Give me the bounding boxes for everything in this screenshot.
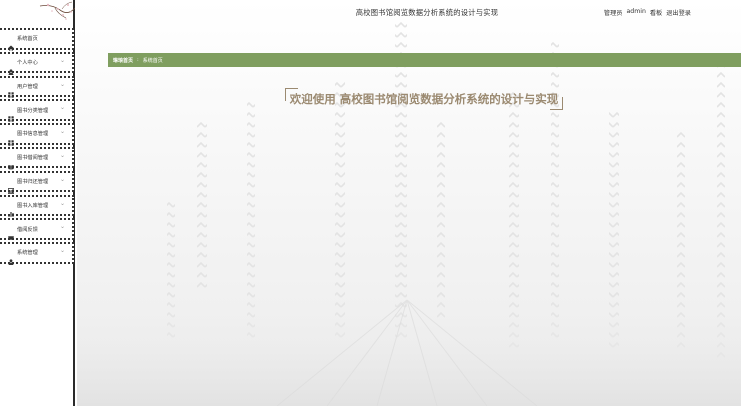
sidebar-item-label: 系统首页: [17, 36, 38, 43]
chevron-down-icon: ⌄: [59, 247, 65, 255]
sidebar-item-label: 图书归还管理: [17, 179, 49, 186]
sidebar-item-system-management[interactable]: 系统管理 ⌄: [0, 242, 74, 265]
sidebar-item-label: 系统管理: [17, 250, 38, 257]
app-window: 系统首页 个人中心 ⌄ 用户管理 ⌄ 图书分类管理 ⌄ 图书信息管理 ⌄ 图书借…: [0, 0, 741, 406]
chevron-down-icon: ⌄: [59, 151, 65, 159]
sidebar-item-book-category-management[interactable]: 图书分类管理 ⌄: [0, 99, 74, 122]
chevron-down-icon: ⌄: [59, 56, 65, 64]
sidebar-item-borrow-feedback[interactable]: 借阅反馈 ⌄: [0, 218, 74, 240]
sidebar-item-book-stock-management[interactable]: 图书入库管理 ⌄: [0, 194, 74, 218]
dashboard-link[interactable]: 看板: [650, 8, 662, 17]
sidebar-item-personal-center[interactable]: 个人中心 ⌄: [0, 51, 74, 75]
home-icon: [8, 36, 14, 51]
book-icon: [8, 155, 14, 170]
breadcrumb-current[interactable]: 系统首页: [143, 57, 163, 64]
sidebar-item-label: 图书信息管理: [17, 131, 49, 138]
chart-icon: [7, 179, 15, 194]
sidebar-item-label: 借阅反馈: [17, 226, 38, 233]
sidebar-menu: 系统首页 个人中心 ⌄ 用户管理 ⌄ 图书分类管理 ⌄ 图书信息管理 ⌄ 图书借…: [0, 28, 75, 266]
sidebar-item-label: 用户管理: [17, 83, 38, 90]
user-role: 管理员: [603, 10, 623, 17]
chevron-down-icon: ⌄: [59, 104, 65, 112]
sidebar-item-book-info-management[interactable]: 图书信息管理 ⌄: [0, 123, 74, 146]
sidebar: 系统首页 个人中心 ⌄ 用户管理 ⌄ 图书分类管理 ⌄ 图书信息管理 ⌄ 图书借…: [0, 0, 75, 406]
bar-chart-icon: [8, 202, 14, 218]
chevron-down-icon: ⌄: [59, 175, 65, 183]
bracket-corner-bottom-right: [550, 97, 563, 110]
sidebar-item-home[interactable]: 系统首页: [0, 28, 74, 51]
sidebar-item-label: 图书入库管理: [17, 202, 49, 209]
grid-icon: [8, 107, 14, 122]
user-icon: [8, 250, 14, 265]
sidebar-item-book-borrow-management[interactable]: 图书借阅管理 ⌄: [0, 146, 74, 170]
user-menu: 管理员 admin 看板 退出登录: [604, 8, 691, 17]
sidebar-item-label: 图书借阅管理: [17, 155, 49, 162]
sidebar-item-label: 图书分类管理: [17, 107, 49, 114]
breadcrumb: 琳琅首页 : 系统首页: [108, 53, 741, 67]
chevron-down-icon: ⌄: [59, 128, 65, 136]
breadcrumb-separator: :: [137, 57, 139, 63]
chevron-down-icon: ⌄: [59, 80, 65, 88]
grid-icon: [8, 83, 14, 99]
sidebar-item-label: 个人中心: [17, 60, 38, 67]
user-icon: [8, 60, 14, 75]
welcome-text: 欢迎使用 高校图书馆阅览数据分析系统的设计与实现: [289, 92, 559, 106]
ticket-icon: [8, 226, 14, 240]
username: admin: [626, 8, 646, 15]
sidebar-item-user-management[interactable]: 用户管理 ⌄: [0, 75, 74, 99]
logout-link[interactable]: 退出登录: [666, 8, 691, 17]
blossom-branch-logo: [0, 0, 75, 24]
welcome-banner: 欢迎使用 高校图书馆阅览数据分析系统的设计与实现: [285, 88, 563, 110]
grid-icon: [8, 131, 14, 146]
sidebar-item-book-return-management[interactable]: 图书归还管理 ⌄: [0, 170, 74, 194]
breadcrumb-home-link[interactable]: 琳琅首页: [113, 57, 133, 64]
main-content: 高校图书馆阅览数据分析系统的设计与实现 管理员 admin 看板 退出登录 琳琅…: [77, 0, 741, 406]
chevron-down-icon: ⌄: [59, 223, 65, 231]
chevron-down-icon: ⌄: [59, 199, 65, 207]
